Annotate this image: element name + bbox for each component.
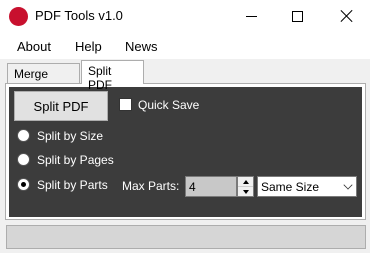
spin-up-button[interactable] bbox=[238, 177, 253, 187]
split-by-pages-label: Split by Pages bbox=[37, 153, 114, 167]
quick-save-label: Quick Save bbox=[138, 98, 200, 112]
menu-bar: About Help News bbox=[0, 33, 370, 59]
menu-item-help[interactable]: Help bbox=[75, 39, 102, 54]
split-by-size-radio[interactable] bbox=[17, 129, 30, 142]
max-parts-spinner[interactable] bbox=[237, 176, 254, 197]
menu-item-news[interactable]: News bbox=[125, 39, 158, 54]
chevron-down-icon bbox=[343, 180, 353, 190]
split-pdf-button[interactable]: Split PDF bbox=[14, 91, 108, 121]
close-icon bbox=[340, 9, 354, 23]
tab-strip: Merge PDF Split PDF bbox=[0, 59, 370, 95]
arrow-down-icon bbox=[242, 190, 249, 194]
arrow-up-icon bbox=[242, 179, 249, 184]
size-mode-select[interactable]: Same Size bbox=[257, 176, 357, 197]
title-bar: PDF Tools v1.0 bbox=[0, 0, 370, 33]
max-parts-input[interactable]: 4 bbox=[185, 176, 237, 197]
maximize-icon bbox=[291, 10, 303, 22]
close-button[interactable] bbox=[324, 0, 370, 32]
maximize-button[interactable] bbox=[274, 0, 320, 32]
minimize-icon bbox=[245, 15, 257, 17]
tab-merge-pdf[interactable]: Merge PDF bbox=[7, 63, 80, 95]
minimize-button[interactable] bbox=[228, 0, 274, 32]
spin-down-button[interactable] bbox=[238, 187, 253, 197]
split-by-parts-label: Split by Parts bbox=[37, 178, 108, 192]
window-title: PDF Tools v1.0 bbox=[35, 8, 123, 23]
size-mode-value: Same Size bbox=[261, 180, 320, 194]
app-logo-icon bbox=[9, 7, 28, 26]
quick-save-checkbox[interactable] bbox=[119, 98, 132, 111]
max-parts-label: Max Parts: bbox=[122, 179, 180, 193]
menu-item-about[interactable]: About bbox=[17, 39, 51, 54]
split-by-parts-radio[interactable] bbox=[17, 178, 30, 191]
split-by-size-label: Split by Size bbox=[37, 129, 104, 143]
status-bar bbox=[6, 225, 366, 249]
tab-split-pdf[interactable]: Split PDF bbox=[81, 60, 144, 92]
split-by-pages-radio[interactable] bbox=[17, 153, 30, 166]
